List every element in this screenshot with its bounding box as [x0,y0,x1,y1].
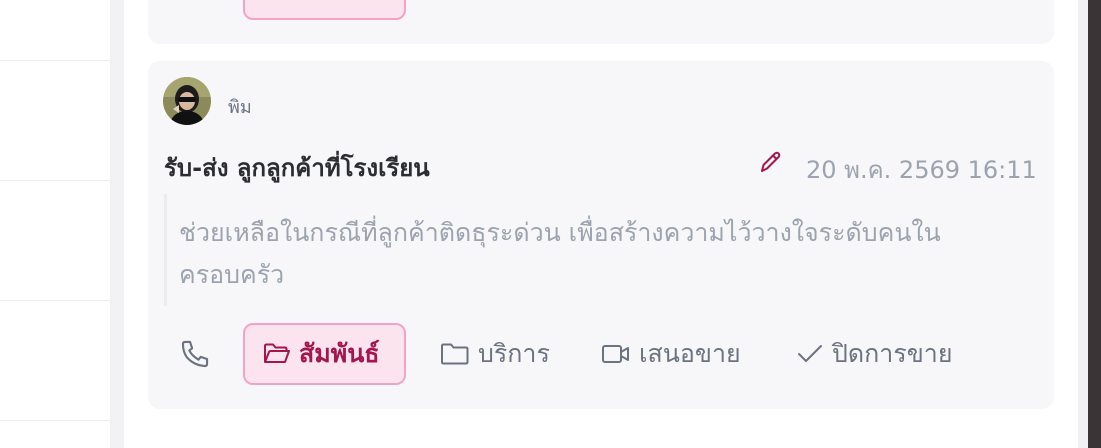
list-divider [0,420,110,421]
list-divider [0,180,110,181]
scroll-gutter [1078,0,1088,448]
call-button[interactable] [178,323,220,385]
post-card: พิม รับ-ส่ง ลูกลูกค้าที่โรงเรียน 20 พ.ค.… [148,61,1054,409]
action-bar: สัมพันธ์ บริการ เสนอขาย ปิดการขาย [148,323,1054,385]
pane-divider [110,0,124,448]
folder-open-icon [264,343,290,363]
close-deal-button[interactable]: ปิดการขาย [796,323,952,385]
previous-relation-button[interactable] [243,0,406,20]
post-description: ช่วยเหลือในกรณีที่ลูกค้าติดธุระด่วน เพื่… [179,218,941,289]
pitch-label: เสนอขาย [639,339,741,368]
description-block: ช่วยเหลือในกรณีที่ลูกค้าติดธุระด่วน เพื่… [164,194,984,306]
video-icon [602,345,629,363]
previous-post-card [148,0,1054,44]
close-deal-label: ปิดการขาย [832,339,953,368]
edit-button[interactable] [758,149,782,175]
previous-action-row [148,0,1054,20]
post-title: รับ-ส่ง ลูกลูกค้าที่โรงเรียน [164,154,430,182]
service-button[interactable]: บริการ [440,323,550,385]
avatar-photo [163,77,211,125]
list-divider [0,60,110,61]
window-edge [1088,0,1101,448]
service-label: บริการ [478,339,550,368]
list-divider [0,300,110,301]
check-icon [798,345,822,362]
pencil-icon [761,151,781,172]
author-avatar[interactable] [163,77,211,125]
pitch-button[interactable]: เสนอขาย [601,323,741,385]
post-timestamp: 20 พ.ค. 2569 16:11 [806,156,1037,184]
relationship-label: สัมพันธ์ [299,339,380,368]
relationship-button[interactable]: สัมพันธ์ [243,323,406,385]
author-name: พิม [228,97,252,118]
folder-icon [441,343,469,365]
phone-icon [181,340,209,368]
conversation-list-pane [0,0,110,448]
